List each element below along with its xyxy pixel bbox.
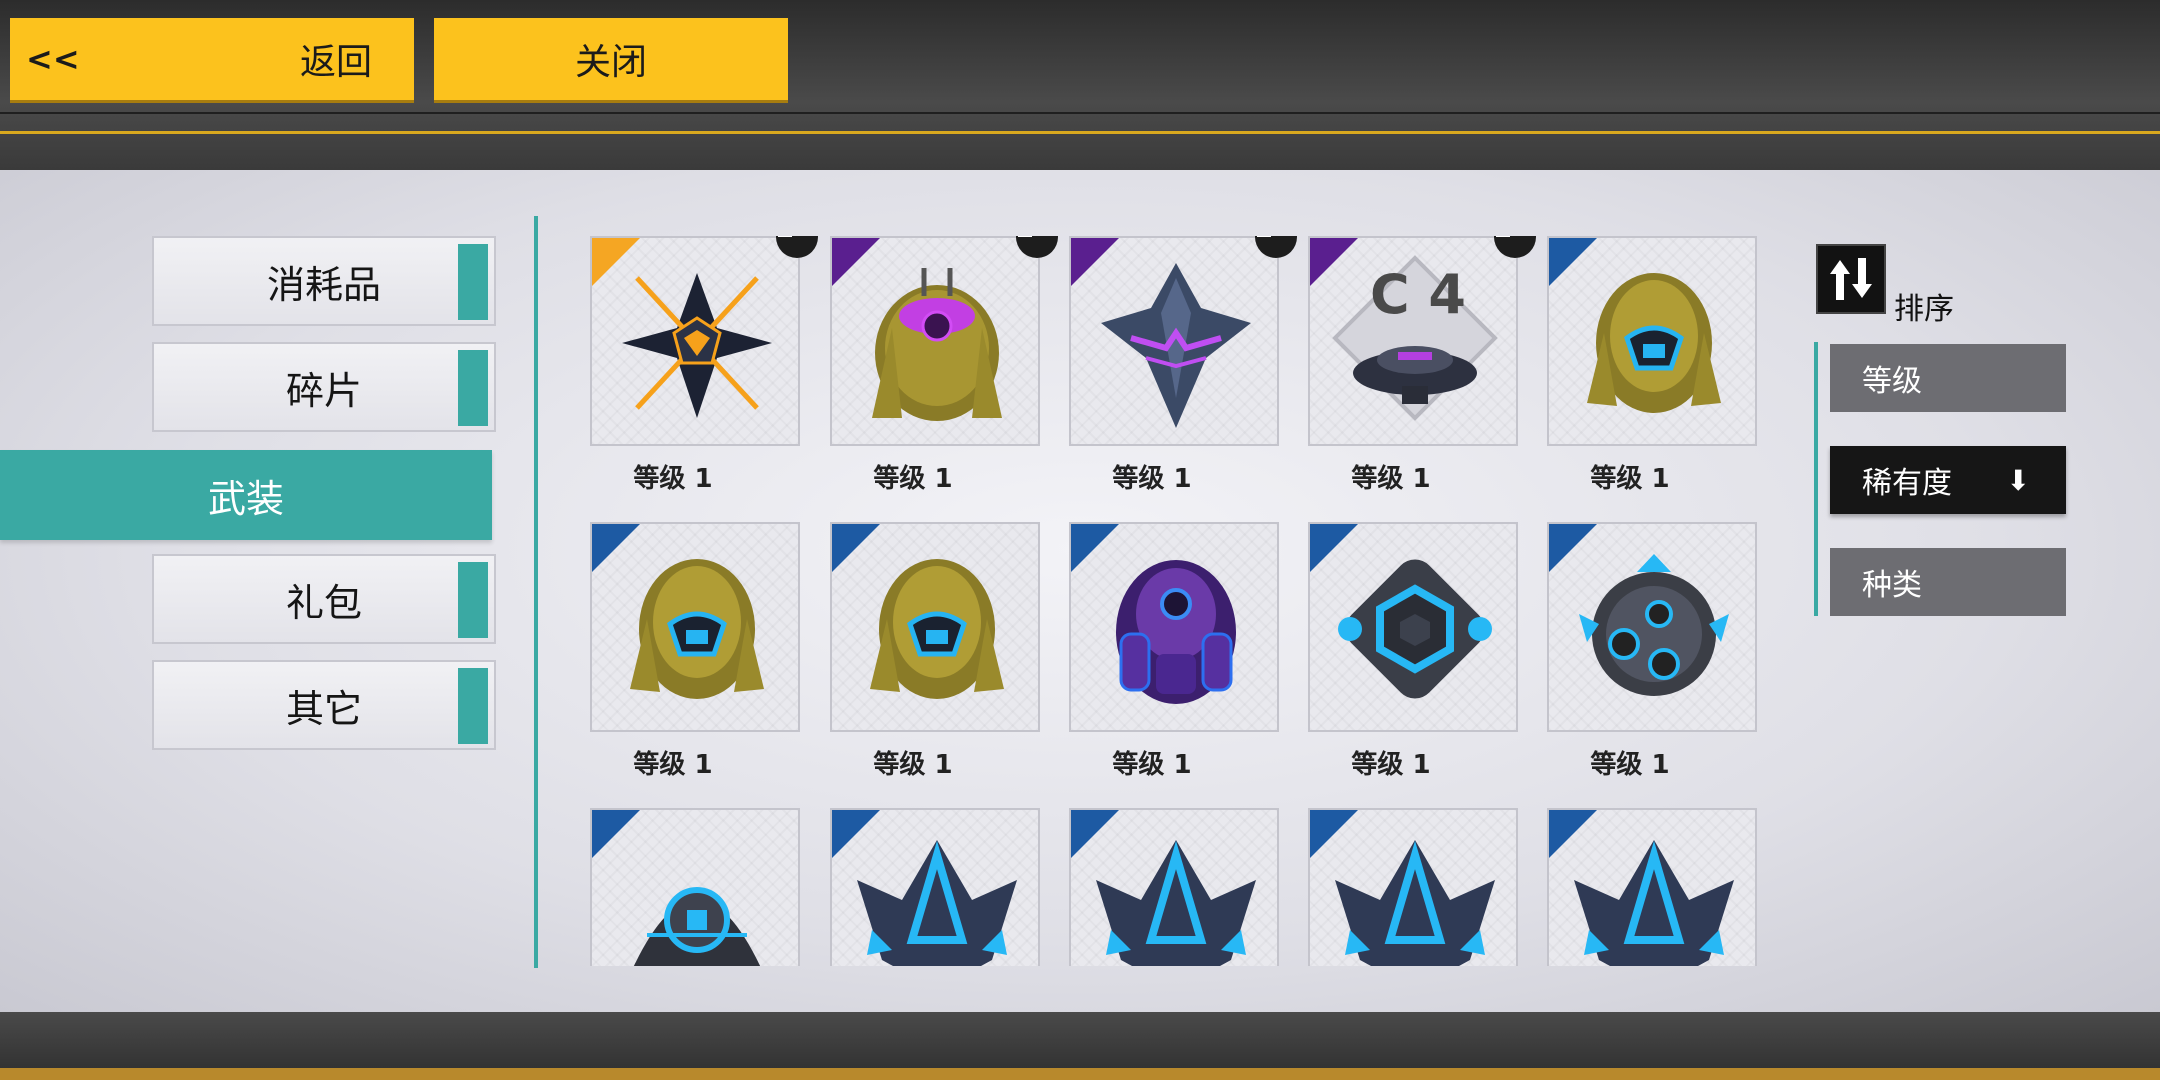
category-divider <box>534 216 538 968</box>
item-level: 等级 1 <box>1112 464 1192 494</box>
category-packs[interactable]: 礼包 <box>152 554 496 644</box>
item-level: 等级 1 <box>1351 464 1431 494</box>
item-level: 等级 1 <box>1112 750 1192 780</box>
item-icon-box <box>590 236 800 446</box>
dome-drone-icon <box>633 887 761 966</box>
sort-by-rarity-button[interactable]: 稀有度 ⬇ <box>1830 446 2066 514</box>
item-level: 等级 1 <box>633 750 713 780</box>
close-button[interactable]: 关闭 <box>434 18 788 100</box>
item-card[interactable]: 等级 1 <box>830 236 1058 496</box>
bottom-gold-strip <box>0 1068 2160 1080</box>
item-icon-box <box>830 236 1040 446</box>
item-card[interactable]: 等级 1 <box>1547 236 1757 496</box>
bottom-bar <box>0 1012 2160 1080</box>
item-icon-box <box>1547 236 1757 446</box>
item-card[interactable]: 等级 1 <box>1069 522 1279 782</box>
gold-pod-blue-core-icon <box>1587 273 1721 413</box>
gold-pod-blue-core-icon <box>630 559 764 699</box>
item-icon-box <box>590 522 800 732</box>
category-label: 消耗品 <box>266 262 381 307</box>
sort-label: 排序 <box>1894 292 1954 327</box>
svg-text:C 4: C 4 <box>1370 263 1466 326</box>
sort-option-label: 稀有度 <box>1862 466 1952 501</box>
category-tab-marker <box>458 562 488 638</box>
gold-pod-blue-core-icon <box>870 559 1004 699</box>
blue-fighter-icon <box>857 840 1017 966</box>
item-icon-box <box>590 808 800 966</box>
item-card[interactable]: C 4 等级 1 <box>1308 236 1536 496</box>
top-bar-gold-line <box>0 131 2160 134</box>
category-label: 其它 <box>285 686 362 731</box>
item-grid: 等级 1 等级 1 等级 1 C 4 等级 1 等级 1 等级 1 等级 1 等… <box>590 236 1760 966</box>
item-card[interactable]: 等级 1 <box>1308 522 1518 782</box>
blue-fighter-icon <box>1096 840 1256 966</box>
category-label: 武装 <box>207 476 284 521</box>
back-button-label: 返回 <box>299 42 372 83</box>
sort-by-type-button[interactable]: 种类 <box>1830 548 2066 616</box>
item-level: 等级 1 <box>1351 750 1431 780</box>
item-icon-box <box>1547 522 1757 732</box>
blue-fighter-icon <box>1574 840 1734 966</box>
item-icon-box: C 4 <box>1308 236 1518 446</box>
category-armaments[interactable]: 武装 <box>0 450 492 540</box>
item-level: 等级 1 <box>873 750 953 780</box>
sphere-drone-icon <box>1579 554 1729 696</box>
item-level: 等级 1 <box>633 464 713 494</box>
item-card[interactable] <box>1308 808 1518 966</box>
item-icon-box <box>1069 522 1279 732</box>
sort-by-level-button[interactable]: 等级 <box>1830 344 2066 412</box>
sort-divider <box>1814 342 1818 616</box>
sort-descending-arrow-icon: ⬇ <box>2006 463 2030 497</box>
category-consumables[interactable]: 消耗品 <box>152 236 496 326</box>
c4-drone-icon: C 4 <box>1332 255 1498 421</box>
item-icon-box <box>830 522 1040 732</box>
item-card[interactable] <box>1547 808 1757 966</box>
item-icon-box <box>1069 236 1279 446</box>
item-card[interactable] <box>1069 808 1279 966</box>
item-card[interactable]: 等级 1 <box>590 236 818 496</box>
item-card[interactable]: 等级 1 <box>1069 236 1297 496</box>
sort-option-label: 种类 <box>1862 568 1922 603</box>
back-button[interactable]: << 返回 <box>10 18 414 100</box>
hex-core-drone-icon <box>1338 559 1492 699</box>
item-icon-box <box>1308 808 1518 966</box>
item-card[interactable]: 等级 1 <box>1547 522 1757 782</box>
blue-fighter-icon <box>1335 840 1495 966</box>
item-level: 等级 1 <box>873 464 953 494</box>
category-others[interactable]: 其它 <box>152 660 496 750</box>
category-tab-marker <box>458 668 488 744</box>
category-label: 碎片 <box>285 368 362 413</box>
item-icon-box <box>1308 522 1518 732</box>
item-level: 等级 1 <box>1590 464 1670 494</box>
category-fragments[interactable]: 碎片 <box>152 342 496 432</box>
item-icon-box <box>1547 808 1757 966</box>
dark-star-orange-icon <box>622 273 772 418</box>
item-card[interactable]: 等级 1 <box>830 522 1040 782</box>
purple-pod-icon <box>1116 560 1236 704</box>
category-tab-marker <box>458 244 488 320</box>
item-card[interactable] <box>590 808 800 966</box>
sort-toggle-icon[interactable] <box>1816 244 1886 314</box>
back-chevron-icon: << <box>26 40 80 78</box>
item-icon-box <box>830 808 1040 966</box>
item-card[interactable]: 等级 1 <box>590 522 800 782</box>
top-bar-dark-line <box>0 112 2160 114</box>
close-button-label: 关闭 <box>574 42 647 83</box>
item-card[interactable] <box>830 808 1040 966</box>
dark-crystal-ship-icon <box>1101 263 1251 428</box>
item-level: 等级 1 <box>1590 750 1670 780</box>
sort-option-label: 等级 <box>1862 364 1922 399</box>
item-icon-box <box>1069 808 1279 966</box>
category-tab-marker <box>458 350 488 426</box>
category-label: 礼包 <box>285 580 362 625</box>
gold-pod-purple-core-icon <box>872 268 1002 421</box>
